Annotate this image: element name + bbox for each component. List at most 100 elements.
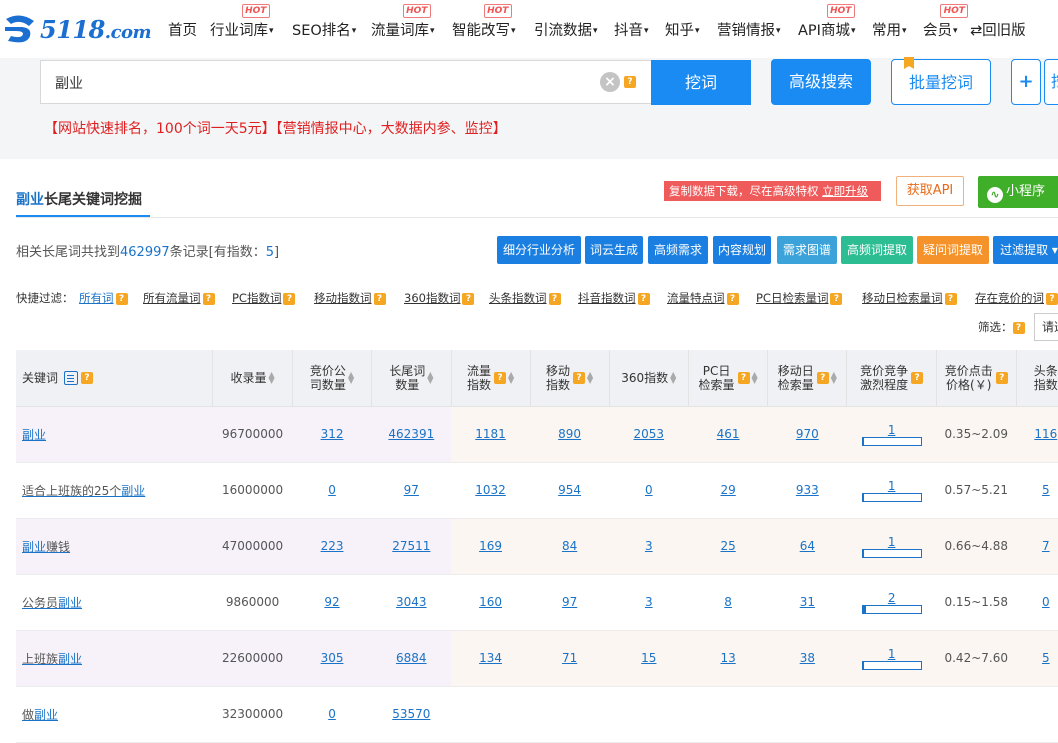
help-icon[interactable]: ? bbox=[462, 292, 475, 305]
keyword-link[interactable]: 公务员副业 bbox=[22, 596, 82, 610]
cell-value[interactable]: 5 bbox=[1042, 651, 1050, 665]
func-button-3[interactable]: 内容规划 bbox=[713, 236, 771, 264]
quick-filter-5[interactable]: 头条指数词? bbox=[489, 290, 561, 306]
cell-value[interactable]: 305 bbox=[321, 651, 344, 665]
help-icon[interactable]: ? bbox=[573, 371, 586, 384]
cell-value[interactable]: 3 bbox=[645, 595, 653, 609]
help-icon[interactable]: ? bbox=[911, 371, 924, 384]
keyword-link[interactable]: 适合上班族的25个副业 bbox=[22, 484, 145, 498]
cell-value[interactable]: 27511 bbox=[392, 539, 430, 553]
quick-filter-7[interactable]: 流量特点词? bbox=[667, 290, 739, 306]
mini-program-button[interactable]: ∿ 小程序 bbox=[978, 176, 1058, 208]
competition-meter[interactable]: 1 bbox=[861, 647, 922, 670]
cell-value[interactable]: 462391 bbox=[388, 427, 434, 441]
cell-value[interactable]: 71 bbox=[562, 651, 577, 665]
upgrade-link[interactable]: 立即升级 bbox=[822, 184, 868, 198]
competition-meter[interactable]: 1 bbox=[861, 535, 922, 558]
func-button-4[interactable]: 需求图谱 bbox=[777, 236, 837, 264]
keyword-link[interactable]: 上班族副业 bbox=[22, 652, 82, 666]
sort-icon[interactable]: ▲ ▼ bbox=[427, 370, 433, 384]
keyword-link[interactable]: 副业赚钱 bbox=[22, 540, 70, 554]
quick-filter-6[interactable]: 抖音指数词? bbox=[578, 290, 650, 306]
cell-value[interactable]: 890 bbox=[558, 427, 581, 441]
column-header-7[interactable]: PC日 检索量? ▲ ▼ bbox=[688, 350, 769, 407]
nav-item-1[interactable]: 行业词库▾ HOT bbox=[210, 4, 274, 40]
func-button-5[interactable]: 高频词提取 bbox=[841, 236, 913, 264]
nav-item-10[interactable]: 常用▾ bbox=[872, 19, 907, 40]
nav-item-4[interactable]: 智能改写▾ HOT bbox=[452, 4, 516, 40]
func-button-0[interactable]: 细分行业分析 bbox=[497, 236, 581, 264]
add-button[interactable]: + bbox=[1011, 59, 1041, 105]
nav-item-6[interactable]: 抖音▾ bbox=[614, 19, 649, 40]
get-api-button[interactable]: 获取API bbox=[896, 176, 964, 206]
cell-value[interactable]: 15 bbox=[641, 651, 656, 665]
nav-item-0[interactable]: 首页 bbox=[168, 19, 197, 40]
cell-value[interactable]: 13 bbox=[720, 651, 735, 665]
competition-meter[interactable]: 2 bbox=[861, 591, 922, 614]
column-header-11[interactable]: 头条 指数 bbox=[1016, 350, 1058, 407]
column-header-8[interactable]: 移动日 检索量? ▲ ▼ bbox=[767, 350, 848, 407]
column-header-0[interactable]: 关键词? bbox=[16, 350, 214, 407]
help-icon[interactable]: ? bbox=[1046, 292, 1058, 305]
cell-value[interactable]: 97 bbox=[404, 483, 419, 497]
column-header-10[interactable]: 竞价点击 价格(￥)? bbox=[936, 350, 1017, 407]
cell-value[interactable]: 3 bbox=[645, 539, 653, 553]
column-header-4[interactable]: 流量 指数? ▲ ▼ bbox=[451, 350, 531, 407]
cell-value[interactable]: 92 bbox=[324, 595, 339, 609]
nav-item-7[interactable]: 知乎▾ bbox=[665, 19, 700, 40]
column-header-3[interactable]: 长尾词 数量▲ ▼ bbox=[371, 350, 452, 407]
cell-value[interactable]: 2053 bbox=[634, 427, 665, 441]
cell-value[interactable]: 5 bbox=[1042, 483, 1050, 497]
nav-item-8[interactable]: 营销情报▾ bbox=[717, 19, 781, 40]
help-icon[interactable]: ? bbox=[995, 371, 1008, 384]
dig-button[interactable]: 挖词 bbox=[651, 60, 751, 105]
copy-icon[interactable] bbox=[64, 370, 79, 385]
nav-item-9[interactable]: API商城▾ HOT bbox=[798, 4, 855, 40]
cell-value[interactable]: 6884 bbox=[396, 651, 427, 665]
sort-icon[interactable]: ▲ ▼ bbox=[670, 371, 676, 385]
cell-value[interactable]: 312 bbox=[321, 427, 344, 441]
quick-filter-8[interactable]: PC日检索量词? bbox=[756, 290, 843, 306]
cell-value[interactable]: 169 bbox=[479, 539, 502, 553]
cell-value[interactable]: 116 bbox=[1034, 427, 1057, 441]
cell-value[interactable]: 1181 bbox=[475, 427, 506, 441]
cell-value[interactable]: 7 bbox=[1042, 539, 1050, 553]
sort-icon[interactable]: ▲ ▼ bbox=[587, 370, 593, 384]
quick-filter-1[interactable]: 所有流量词? bbox=[143, 290, 215, 306]
cell-value[interactable]: 223 bbox=[321, 539, 344, 553]
column-header-6[interactable]: 360指数 ▲ ▼ bbox=[609, 350, 690, 407]
sort-icon[interactable]: ▲ ▼ bbox=[269, 371, 275, 385]
help-icon[interactable]: ? bbox=[737, 371, 750, 384]
help-icon[interactable]: ? bbox=[283, 292, 296, 305]
nav-item-2[interactable]: SEO排名▾ bbox=[292, 19, 356, 40]
help-icon[interactable]: ? bbox=[944, 292, 957, 305]
sort-icon[interactable]: ▲ ▼ bbox=[348, 370, 354, 384]
cell-value[interactable]: 160 bbox=[479, 595, 502, 609]
logo[interactable]: 5118.com bbox=[2, 12, 152, 46]
help-icon[interactable]: ? bbox=[548, 292, 561, 305]
func-button-1[interactable]: 词云生成 bbox=[585, 236, 643, 264]
extra-button[interactable]: 挖 bbox=[1044, 59, 1058, 105]
help-icon[interactable]: ? bbox=[202, 292, 215, 305]
column-header-9[interactable]: 竞价竞争 激烈程度? bbox=[846, 350, 937, 407]
column-header-2[interactable]: 竞价公 司数量▲ ▼ bbox=[292, 350, 373, 407]
quick-filter-0[interactable]: 所有词? bbox=[79, 290, 128, 306]
quick-filter-4[interactable]: 360指数词? bbox=[404, 290, 475, 306]
cell-value[interactable]: 25 bbox=[720, 539, 735, 553]
quick-filter-2[interactable]: PC指数词? bbox=[232, 290, 296, 306]
cell-value[interactable]: 31 bbox=[800, 595, 815, 609]
quick-filter-10[interactable]: 存在竞价的词? bbox=[975, 290, 1058, 306]
tab-longtail[interactable]: 副业长尾关键词挖掘 bbox=[16, 189, 142, 209]
cell-value[interactable]: 0 bbox=[645, 483, 653, 497]
help-icon[interactable]: ? bbox=[493, 371, 506, 384]
advanced-search-button[interactable]: 高级搜索 bbox=[771, 59, 871, 105]
cell-value[interactable]: 64 bbox=[800, 539, 815, 553]
filter-select[interactable]: 请选 bbox=[1034, 313, 1058, 341]
cell-value[interactable]: 933 bbox=[796, 483, 819, 497]
clear-icon[interactable]: × bbox=[600, 72, 620, 92]
func-button-6[interactable]: 疑问词提取 bbox=[917, 236, 989, 264]
sort-icon[interactable]: ▲ ▼ bbox=[752, 370, 758, 384]
quick-filter-9[interactable]: 移动日检索量词? bbox=[862, 290, 957, 306]
func-button-7[interactable]: 过滤提取 ▾ bbox=[993, 236, 1058, 264]
cell-value[interactable]: 970 bbox=[796, 427, 819, 441]
